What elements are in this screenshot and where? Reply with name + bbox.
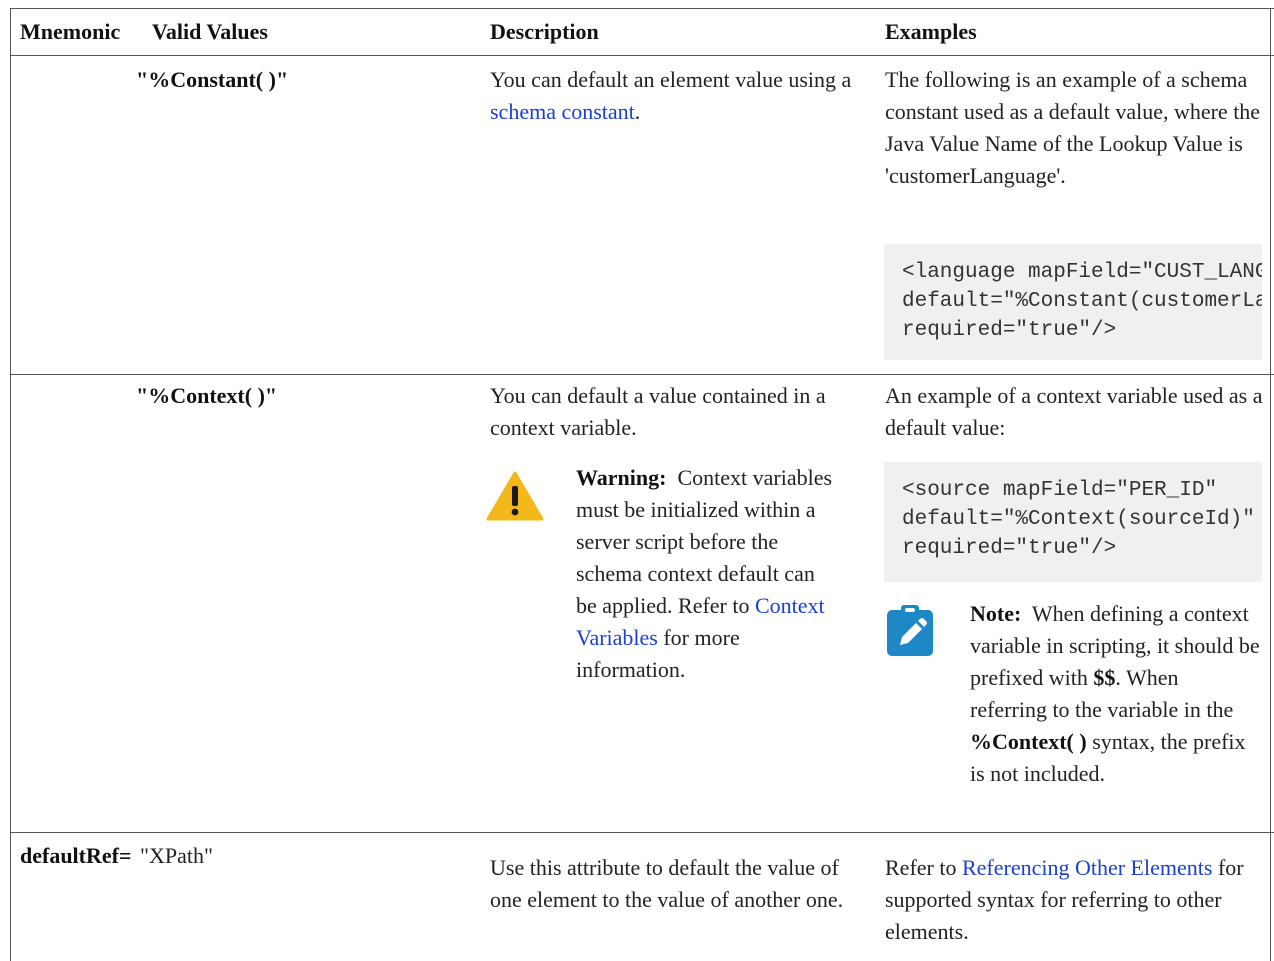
example-constant-text: The following is an example of a schema … bbox=[885, 67, 1261, 188]
header-valid-values: Valid Values bbox=[152, 19, 268, 44]
table-right-border bbox=[1270, 8, 1271, 961]
clipboard-pencil-icon bbox=[887, 605, 933, 656]
header-bottom-border bbox=[10, 55, 1274, 56]
table-left-border bbox=[10, 8, 11, 961]
row-divider-1 bbox=[10, 374, 1274, 375]
warning-title: Warning: bbox=[576, 465, 667, 490]
reference-table: Mnemonic Valid Values Description Exampl… bbox=[0, 0, 1274, 961]
note-prefix: $$ bbox=[1093, 665, 1116, 690]
example-default-ref: Refer to Referencing Other Elements for … bbox=[885, 852, 1265, 948]
code-block-context: <source mapField="PER_ID" default="%Cont… bbox=[884, 462, 1262, 582]
example-text: Refer to bbox=[885, 855, 962, 880]
referencing-other-elements-link[interactable]: Referencing Other Elements bbox=[962, 855, 1212, 880]
description-default-ref: Use this attribute to default the value … bbox=[490, 855, 844, 912]
mnemonic-default-ref: defaultRef= bbox=[20, 843, 132, 868]
warning-callout: Warning: Context variables must be initi… bbox=[576, 462, 838, 686]
valid-value-xpath: "XPath" bbox=[140, 843, 213, 868]
header-description: Description bbox=[490, 19, 599, 44]
example-context-text: An example of a context variable used as… bbox=[885, 383, 1263, 440]
schema-constant-link[interactable]: schema constant bbox=[490, 99, 635, 124]
table-top-border bbox=[10, 8, 1274, 9]
header-examples: Examples bbox=[885, 19, 977, 44]
warning-triangle-icon bbox=[486, 471, 544, 521]
note-title: Note: bbox=[970, 601, 1022, 626]
code-block-constant: <language mapField="CUST_LANGUAGE" defau… bbox=[884, 244, 1262, 360]
header-mnemonic: Mnemonic bbox=[20, 19, 121, 44]
description-text: You can default an element value using a bbox=[490, 67, 852, 92]
row-divider-2 bbox=[10, 832, 1274, 833]
description-constant: You can default an element value using a… bbox=[490, 64, 858, 128]
note-callout: Note: When defining a context variable i… bbox=[970, 598, 1260, 790]
description-context-text: You can default a value contained in a c… bbox=[490, 383, 826, 440]
description-text-end: . bbox=[634, 99, 641, 124]
note-syntax: %Context( ) bbox=[970, 729, 1087, 754]
valid-value-constant: "%Constant( )" bbox=[136, 67, 289, 92]
valid-value-context: "%Context( )" bbox=[136, 383, 278, 408]
